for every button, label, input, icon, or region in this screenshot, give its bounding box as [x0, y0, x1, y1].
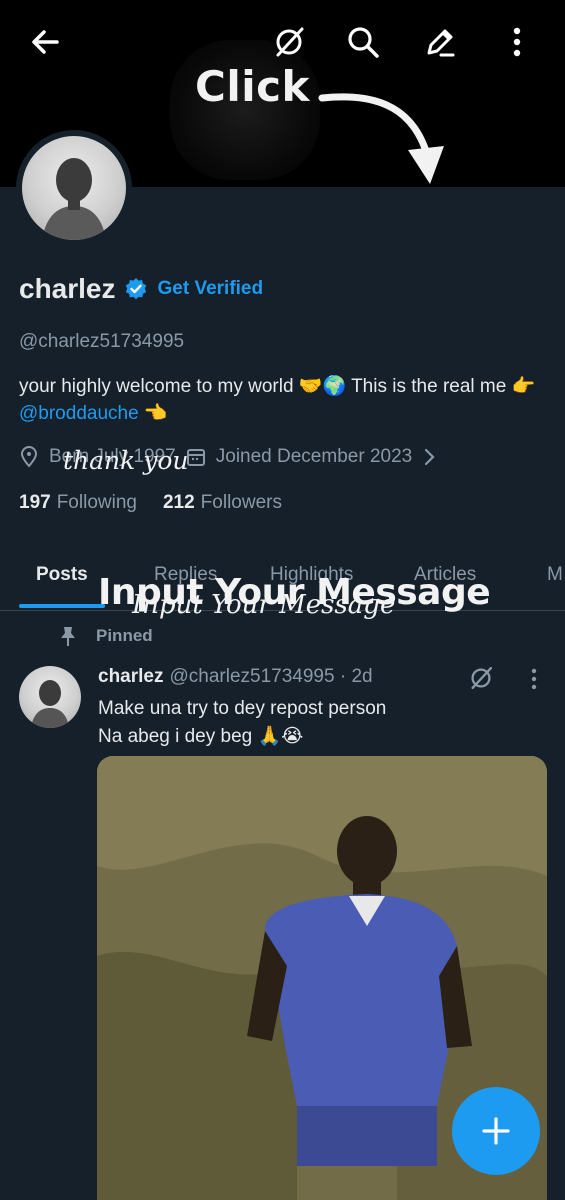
profile-name-row: charlez Get Verified: [19, 273, 263, 305]
post-more-icon[interactable]: [530, 668, 538, 695]
post-author-avatar[interactable]: [19, 666, 81, 728]
verified-badge-icon: [125, 278, 146, 300]
edit-icon[interactable]: [420, 22, 460, 62]
following-count: 197: [19, 492, 51, 513]
profile-bio: your highly welcome to my world 🤝🌍 This …: [19, 373, 539, 427]
following-stat[interactable]: 197 Following: [19, 492, 137, 514]
avatar-photo: [22, 136, 126, 240]
pinned-text: Pinned: [96, 626, 153, 645]
chevron-right-icon[interactable]: [422, 447, 436, 467]
profile-handle: @charlez51734995: [19, 331, 185, 352]
post-header: charlez @charlez51734995 · 2d: [98, 666, 373, 688]
get-verified-link[interactable]: Get Verified: [158, 278, 264, 300]
compose-fab-button[interactable]: [452, 1087, 540, 1175]
bio-suffix: 👈: [138, 403, 168, 424]
profile-name: charlez: [19, 273, 116, 304]
bio-text: your highly welcome to my world 🤝🌍 This …: [19, 376, 536, 397]
calendar-icon: [186, 449, 205, 466]
search-icon[interactable]: [343, 22, 383, 62]
post-author-name[interactable]: charlez: [98, 666, 163, 688]
follow-stats: 197 Following 212 Followers: [19, 492, 282, 514]
grok-icon[interactable]: [269, 22, 309, 62]
post-author-handle-time: @charlez51734995 · 2d: [169, 666, 373, 687]
location-pin-icon: [20, 446, 38, 468]
back-arrow-icon[interactable]: [25, 22, 65, 62]
overlay-thank-you-text: thank you: [63, 446, 189, 475]
post-grok-icon[interactable]: [468, 665, 494, 696]
followers-label: Followers: [200, 492, 282, 513]
active-tab-indicator: [19, 604, 105, 608]
bio-mention-link[interactable]: @broddauche: [19, 403, 139, 424]
overlay-click-text: Click: [195, 62, 310, 111]
followers-count: 212: [162, 492, 195, 513]
post-line-1: Make una try to dey repost person: [98, 698, 387, 719]
post-body: Make una try to dey repost person Na abe…: [98, 695, 386, 751]
pin-icon: [61, 627, 75, 646]
pinned-label: Pinned: [58, 625, 153, 647]
following-label: Following: [56, 492, 137, 513]
join-date: Joined December 2023: [215, 446, 413, 467]
tab-media[interactable]: M: [547, 564, 563, 586]
plus-icon: [482, 1117, 510, 1145]
tab-posts[interactable]: Posts: [36, 564, 88, 586]
overlay-input-message-text: Input Your Message: [98, 572, 491, 613]
followers-stat[interactable]: 212 Followers: [163, 492, 282, 514]
curved-arrow-graphic: [318, 93, 444, 184]
more-vertical-icon[interactable]: [497, 22, 537, 62]
profile-avatar[interactable]: [16, 130, 132, 246]
post-line-2: Na abeg i dey beg 🙏😭: [98, 726, 304, 747]
